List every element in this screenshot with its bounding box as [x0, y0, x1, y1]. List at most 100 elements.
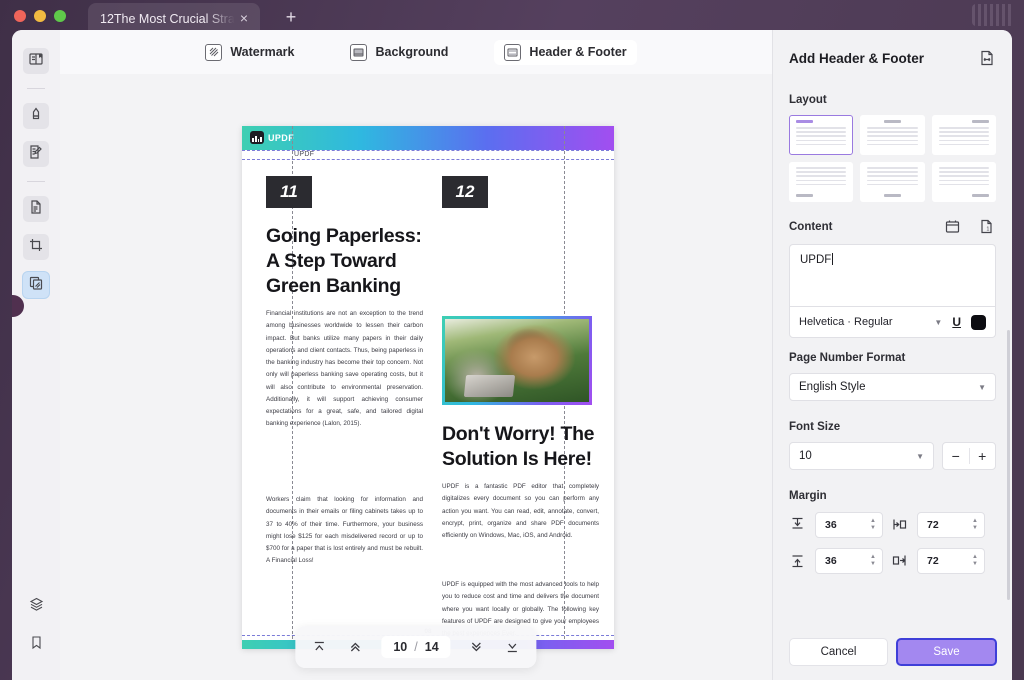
previous-page-icon[interactable]: [345, 637, 365, 657]
margin-top-input[interactable]: 36 ▲ ▼: [815, 512, 883, 538]
cancel-button[interactable]: Cancel: [789, 638, 888, 666]
header-footer-text-value: UPDF: [800, 254, 832, 266]
layout-option-header-center[interactable]: [860, 115, 925, 155]
left-tool-rail: [12, 30, 60, 680]
section-number-badge-right: 12: [442, 176, 488, 208]
document-tab-label: 12The Most Crucial Strateg: [100, 11, 236, 26]
layout-preview-body: [796, 167, 847, 186]
man-working-on-laptop-photo: [445, 319, 589, 402]
sidebar-item-crop-page[interactable]: [23, 234, 49, 260]
sidebar-item-page-tools[interactable]: [23, 272, 49, 298]
article-photo: [442, 316, 592, 405]
calendar-date-icon[interactable]: [944, 218, 962, 236]
font-size-decrease-button[interactable]: −: [943, 448, 969, 464]
page-brand-logo: UPDF: [250, 131, 294, 144]
document-canvas[interactable]: UPDF UPDF 11 Going Paperless: A Step Tow…: [60, 74, 772, 680]
header-margin-guide-line: [242, 159, 614, 160]
page-document-icon: [28, 199, 44, 220]
save-button[interactable]: Save: [896, 638, 997, 666]
margin-left-spinner[interactable]: ▲ ▼: [972, 518, 978, 531]
page-top-gradient-bar: UPDF: [242, 126, 614, 150]
layout-option-header-left[interactable]: [789, 115, 854, 155]
text-color-swatch[interactable]: [971, 314, 986, 330]
font-size-stepper: − +: [942, 442, 996, 470]
minimize-window-button[interactable]: [34, 10, 46, 22]
next-page-icon[interactable]: [467, 637, 487, 657]
layout-option-footer-left[interactable]: [789, 162, 854, 202]
font-size-value: 10: [799, 450, 812, 462]
window-controls: [14, 10, 66, 22]
section-number-badge-left: 11: [266, 176, 312, 208]
left-column-paragraph-1: Financial institutions are not an except…: [266, 310, 423, 428]
layout-option-footer-right[interactable]: [931, 162, 996, 202]
margin-right-value: 72: [927, 555, 939, 567]
margin-section-label: Margin: [789, 490, 827, 502]
layout-preview-footer-bar: [971, 194, 989, 197]
tab-header-footer-label: Header & Footer: [529, 45, 627, 59]
content-section-row: Content 1: [789, 218, 996, 236]
layout-preview-header-bar: [971, 120, 989, 123]
last-page-icon[interactable]: [503, 637, 523, 657]
margin-row-top: 36 ▲ ▼ 72 ▲ ▼: [789, 512, 996, 538]
panel-scrollbar[interactable]: [1007, 330, 1010, 600]
page-indicator[interactable]: 10 / 14: [381, 636, 451, 658]
tab-background[interactable]: Background: [340, 40, 458, 65]
margin-top-spinner[interactable]: ▲ ▼: [870, 518, 876, 531]
page-number-format-select[interactable]: English Style ▼: [789, 373, 996, 401]
watermark-icon: [205, 43, 223, 61]
underline-button[interactable]: U: [950, 315, 963, 329]
new-tab-icon[interactable]: +: [282, 8, 300, 27]
font-size-label: Font Size: [789, 421, 841, 433]
tab-watermark-label: Watermark: [230, 45, 295, 59]
active-tool-indicator: [12, 295, 24, 317]
sidebar-item-reader-view[interactable]: [23, 48, 49, 74]
margin-left-icon: [891, 516, 909, 534]
page-number-format-label: Page Number Format: [789, 352, 906, 364]
tab-watermark[interactable]: Watermark: [195, 40, 304, 65]
logo-bars: [252, 136, 262, 142]
margin-right-spinner[interactable]: ▲ ▼: [972, 554, 978, 567]
page-range-icon[interactable]: [978, 49, 996, 67]
feature-toolbar: Watermark Background Header & Footer: [60, 30, 772, 74]
sidebar-item-organize-pages[interactable]: [23, 196, 49, 222]
layout-section-label: Layout: [789, 94, 827, 106]
header-footer-icon: [504, 43, 522, 61]
header-text-preview: UPDF: [294, 151, 315, 158]
first-page-icon[interactable]: [309, 637, 329, 657]
font-family-select[interactable]: Helvetica · Regular: [799, 316, 926, 328]
font-size-increase-button[interactable]: +: [970, 448, 996, 464]
stack-layers-icon: [28, 596, 45, 618]
margin-bottom-spinner[interactable]: ▲ ▼: [870, 554, 876, 567]
sidebar-item-edit-pdf[interactable]: [23, 141, 49, 167]
insert-page-number-icon[interactable]: 1: [978, 218, 996, 236]
margin-left-input[interactable]: 72 ▲ ▼: [917, 512, 985, 538]
bookmark-icon: [29, 635, 44, 655]
layout-option-footer-center[interactable]: [860, 162, 925, 202]
layout-options-grid: [789, 115, 996, 202]
tab-header-footer[interactable]: Header & Footer: [494, 39, 637, 65]
left-column-heading: Going Paperless: A Step Toward Green Ban…: [266, 225, 422, 297]
sidebar-item-annotate-highlight[interactable]: [23, 103, 49, 129]
maximize-window-button[interactable]: [54, 10, 66, 22]
chevron-down-icon[interactable]: ▼: [934, 318, 942, 327]
layout-preview-header-bar: [796, 120, 814, 123]
pdf-page[interactable]: UPDF UPDF 11 Going Paperless: A Step Tow…: [242, 126, 614, 649]
font-controls-row: Helvetica · Regular ▼ U: [789, 306, 996, 338]
sidebar-item-bookmarks[interactable]: [23, 632, 49, 658]
layout-option-header-right[interactable]: [931, 115, 996, 155]
panel-action-buttons: Cancel Save: [789, 638, 997, 666]
font-size-select[interactable]: 10 ▼: [789, 442, 934, 470]
close-window-button[interactable]: [14, 10, 26, 22]
layout-preview-body: [938, 127, 989, 146]
sidebar-item-layers[interactable]: [23, 594, 49, 620]
total-pages-value: 14: [424, 640, 439, 654]
layout-preview-body: [796, 127, 847, 146]
book-reader-icon: [28, 51, 44, 72]
margin-right-input[interactable]: 72 ▲ ▼: [917, 548, 985, 574]
layout-preview-body: [867, 167, 918, 186]
header-footer-panel: Add Header & Footer Layout Content 1 UPD…: [772, 30, 1012, 680]
text-caret: [832, 253, 834, 265]
close-tab-icon[interactable]: ×: [236, 10, 252, 27]
margin-bottom-input[interactable]: 36 ▲ ▼: [815, 548, 883, 574]
header-footer-text-input[interactable]: UPDF: [789, 244, 996, 306]
